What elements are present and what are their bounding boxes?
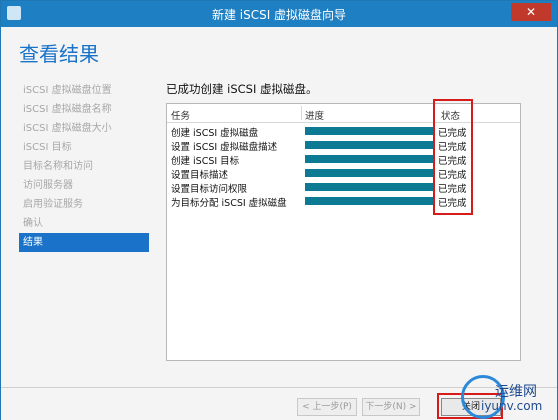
step-iscsi-target: iSCSI 目标	[23, 142, 72, 153]
step-access-servers: 访问服务器	[23, 180, 73, 191]
task-cell: 为目标分配 iSCSI 虚拟磁盘	[171, 198, 287, 209]
previous-button[interactable]: < 上一步(P)	[297, 398, 357, 416]
progress-bar	[305, 155, 433, 163]
success-message: 已成功创建 iSCSI 虚拟磁盘。	[166, 82, 318, 96]
watermark: 运维网 iyunv.com	[449, 373, 557, 419]
next-button[interactable]: 下一步(N) >	[362, 398, 420, 416]
wizard-window: 新建 iSCSI 虚拟磁盘向导 ✕ 查看结果 iSCSI 虚拟磁盘位置 iSCS…	[0, 0, 558, 420]
task-cell: 设置 iSCSI 虚拟磁盘描述	[171, 142, 278, 153]
watermark-url: iyunv.com	[481, 399, 543, 413]
watermark-text: 运维网	[495, 384, 537, 400]
column-task[interactable]: 任务	[171, 108, 190, 122]
status-highlight-box	[433, 99, 473, 215]
progress-bar	[305, 169, 433, 177]
step-confirm: 确认	[23, 218, 43, 229]
step-results: 结果	[19, 233, 149, 252]
window-title: 新建 iSCSI 虚拟磁盘向导	[211, 8, 347, 22]
task-cell: 设置目标访问权限	[171, 184, 248, 195]
step-disk-name: iSCSI 虚拟磁盘名称	[23, 104, 112, 115]
title-bar: 新建 iSCSI 虚拟磁盘向导 ✕	[1, 1, 557, 27]
step-auth-service: 启用验证服务	[23, 199, 83, 210]
step-disk-size: iSCSI 虚拟磁盘大小	[23, 123, 112, 134]
wizard-steps: iSCSI 虚拟磁盘位置 iSCSI 虚拟磁盘名称 iSCSI 虚拟磁盘大小 i…	[19, 81, 149, 252]
task-cell: 设置目标描述	[171, 170, 229, 181]
step-target-name: 目标名称和访问	[23, 161, 93, 172]
column-progress[interactable]: 进度	[305, 108, 324, 122]
page-header: 查看结果	[1, 27, 557, 73]
window-close-button[interactable]: ✕	[511, 3, 551, 21]
task-cell: 创建 iSCSI 虚拟磁盘	[171, 128, 259, 139]
progress-bar	[305, 127, 433, 135]
progress-bar	[305, 141, 433, 149]
task-cell: 创建 iSCSI 目标	[171, 156, 240, 167]
progress-bar	[305, 197, 433, 205]
step-disk-location: iSCSI 虚拟磁盘位置	[23, 85, 112, 96]
column-divider	[301, 106, 302, 120]
page-title: 查看结果	[19, 42, 99, 66]
progress-bar	[305, 183, 433, 191]
